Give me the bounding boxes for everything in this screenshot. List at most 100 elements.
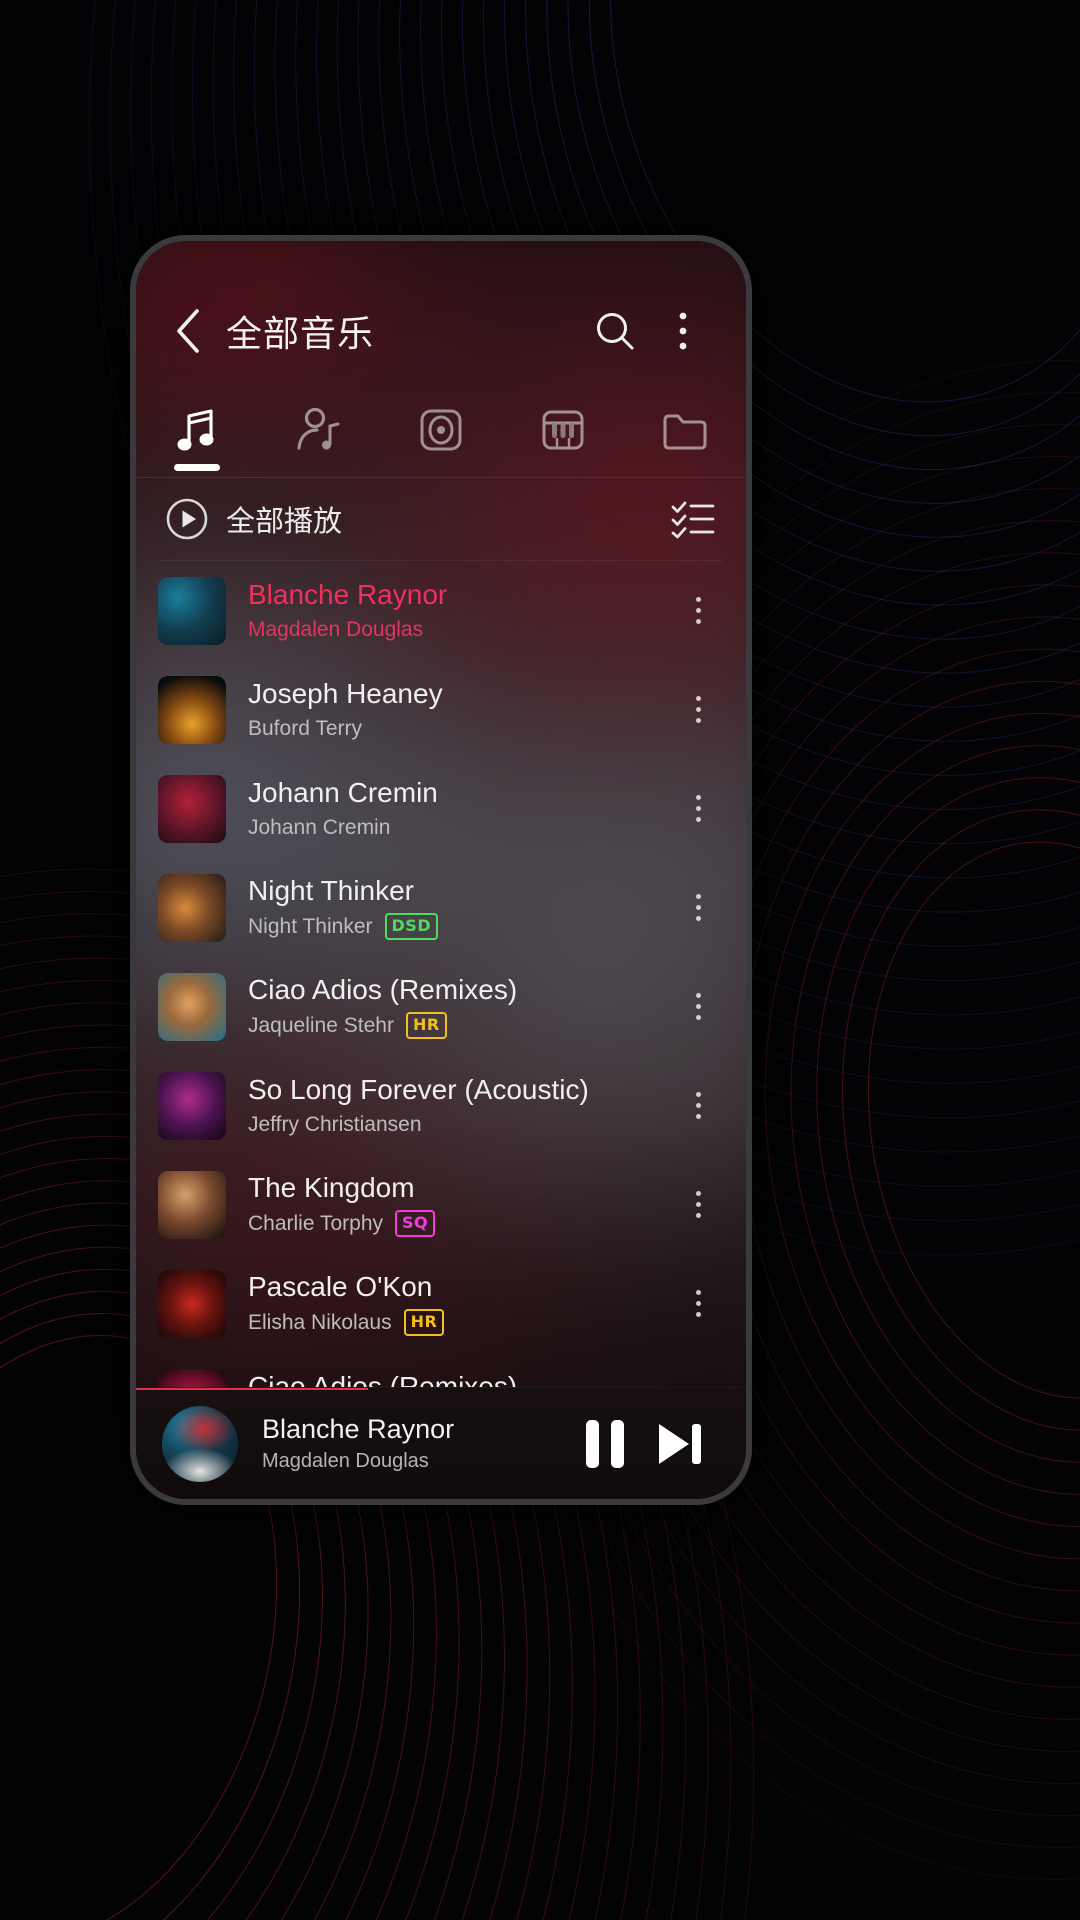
song-subtitle: Jaqueline Stehr HR <box>248 1012 674 1040</box>
song-artist: Night Thinker <box>248 914 373 938</box>
phone-screen: 全部音乐 全部播放 Blanche Raynor Magdalen Dougla… <box>136 241 746 1499</box>
song-row[interactable]: Night Thinker Night Thinker DSD <box>136 858 746 957</box>
pause-button[interactable] <box>568 1407 642 1481</box>
more-vertical-icon <box>695 795 701 800</box>
more-vertical-icon <box>695 1202 701 1207</box>
search-icon <box>597 313 634 350</box>
skip-next-icon <box>659 1423 701 1464</box>
tab-albums[interactable] <box>380 383 502 477</box>
song-artwork <box>158 675 226 744</box>
more-vertical-icon <box>695 718 701 723</box>
next-track-button[interactable] <box>642 1407 716 1481</box>
song-overflow-button[interactable] <box>674 1075 722 1137</box>
song-subtitle: Charlie Torphy SQ <box>248 1210 674 1238</box>
song-row[interactable]: Joseph Heaney Buford Terry <box>136 660 746 759</box>
song-meta: Johann Cremin Johann Cremin <box>248 777 674 839</box>
song-title: Ciao Adios (Remixes) <box>248 973 518 1005</box>
more-vertical-icon <box>695 806 701 811</box>
song-title: Ciao Adios (Remixes) <box>248 1371 518 1387</box>
song-row[interactable]: So Long Forever (Acoustic) Jeffry Christi… <box>136 1056 746 1155</box>
song-title: Pascale O'Kon <box>248 1270 433 1302</box>
chevron-left-icon <box>177 309 199 353</box>
checklist-icon <box>671 501 715 539</box>
playback-progress-bar[interactable] <box>136 1388 368 1390</box>
song-artist: Buford Terry <box>248 716 362 740</box>
song-subtitle: Johann Cremin <box>248 816 674 840</box>
song-row[interactable]: Pascale O'Kon Elisha Nikolaus HR <box>136 1254 746 1353</box>
back-button[interactable] <box>162 305 214 357</box>
song-overflow-button[interactable] <box>674 1372 722 1388</box>
song-artwork <box>158 1170 226 1239</box>
song-title: Joseph Heaney <box>248 678 443 710</box>
more-vertical-icon <box>695 696 701 701</box>
more-vertical-icon <box>695 1114 701 1119</box>
song-row[interactable]: Ciao Adios (Remixes) Jaqueline Stehr HR <box>136 957 746 1056</box>
song-artwork <box>158 873 226 942</box>
song-overflow-button[interactable] <box>674 976 722 1038</box>
song-overflow-button[interactable] <box>674 580 722 642</box>
song-meta: Ciao Adios (Remixes) Jaqueline Stehr HR <box>248 973 674 1040</box>
tab-folders[interactable] <box>624 383 746 477</box>
mini-player[interactable]: Blanche Raynor Magdalen Douglas <box>136 1387 746 1499</box>
song-row[interactable]: Blanche Raynor Magdalen Douglas <box>136 561 746 660</box>
search-button[interactable] <box>586 302 644 360</box>
mini-player-artwork <box>162 1405 238 1482</box>
tab-artists[interactable] <box>258 383 380 477</box>
song-artist: Jaqueline Stehr <box>248 1013 394 1037</box>
multiselect-button[interactable] <box>670 499 716 539</box>
album-disc-icon <box>420 409 462 451</box>
more-vertical-icon <box>695 1092 701 1097</box>
song-subtitle: Jeffry Christiansen <box>248 1113 674 1137</box>
tab-bar <box>136 383 746 477</box>
quality-badge: HR <box>405 1012 447 1040</box>
page-title: 全部音乐 <box>226 314 375 355</box>
more-vertical-icon <box>695 1004 701 1009</box>
song-overflow-button[interactable] <box>674 877 722 939</box>
song-title: So Long Forever (Acoustic) <box>248 1074 589 1106</box>
song-meta: Blanche Raynor Magdalen Douglas <box>248 579 674 641</box>
more-vertical-icon <box>695 1103 701 1108</box>
song-subtitle: Elisha Nikolaus HR <box>248 1309 674 1337</box>
song-artwork <box>158 774 226 843</box>
tab-genres[interactable] <box>502 383 624 477</box>
song-artist: Magdalen Douglas <box>248 617 424 641</box>
song-artist: Elisha Nikolaus <box>248 1310 392 1334</box>
phone-frame: 全部音乐 全部播放 Blanche Raynor Magdalen Dougla… <box>130 235 752 1505</box>
song-artist: Charlie Torphy <box>248 1211 384 1235</box>
more-vertical-icon <box>695 1191 701 1196</box>
song-title: The Kingdom <box>248 1171 415 1203</box>
song-overflow-button[interactable] <box>674 778 722 840</box>
more-vertical-icon <box>695 619 701 624</box>
pause-icon <box>586 1419 624 1468</box>
more-vertical-icon <box>695 916 701 921</box>
more-vertical-icon <box>695 608 701 613</box>
song-artwork <box>158 1071 226 1140</box>
overflow-menu-button[interactable] <box>654 302 712 360</box>
more-vertical-icon <box>695 597 701 602</box>
piano-keys-icon <box>542 410 584 450</box>
more-vertical-icon <box>695 1213 701 1218</box>
play-circle-icon <box>166 498 208 540</box>
song-list[interactable]: Blanche Raynor Magdalen Douglas Joseph Hea… <box>136 561 746 1387</box>
song-artist: Jeffry Christiansen <box>248 1112 422 1136</box>
more-vertical-icon <box>695 993 701 998</box>
more-vertical-icon <box>695 1301 701 1306</box>
song-artwork <box>158 972 226 1041</box>
song-meta: Ciao Adios (Remixes)Willis Osinski <box>248 1371 674 1387</box>
song-subtitle: Magdalen Douglas <box>248 618 674 642</box>
song-title: Johann Cremin <box>248 777 438 809</box>
song-title: Blanche Raynor <box>248 579 448 611</box>
artist-icon <box>297 407 340 450</box>
song-row[interactable]: Ciao Adios (Remixes)Willis Osinski <box>136 1353 746 1387</box>
song-row[interactable]: Johann Cremin Johann Cremin <box>136 759 746 858</box>
song-overflow-button[interactable] <box>674 679 722 741</box>
play-all-label: 全部播放 <box>226 504 343 538</box>
song-overflow-button[interactable] <box>674 1273 722 1335</box>
song-title: Night Thinker <box>248 874 415 906</box>
song-overflow-button[interactable] <box>674 1174 722 1236</box>
tab-songs[interactable] <box>136 383 258 477</box>
play-all-row[interactable]: 全部播放 <box>136 478 746 560</box>
quality-badge: SQ <box>395 1210 436 1238</box>
song-row[interactable]: The Kingdom Charlie Torphy SQ <box>136 1155 746 1254</box>
quality-badge: DSD <box>384 913 439 941</box>
